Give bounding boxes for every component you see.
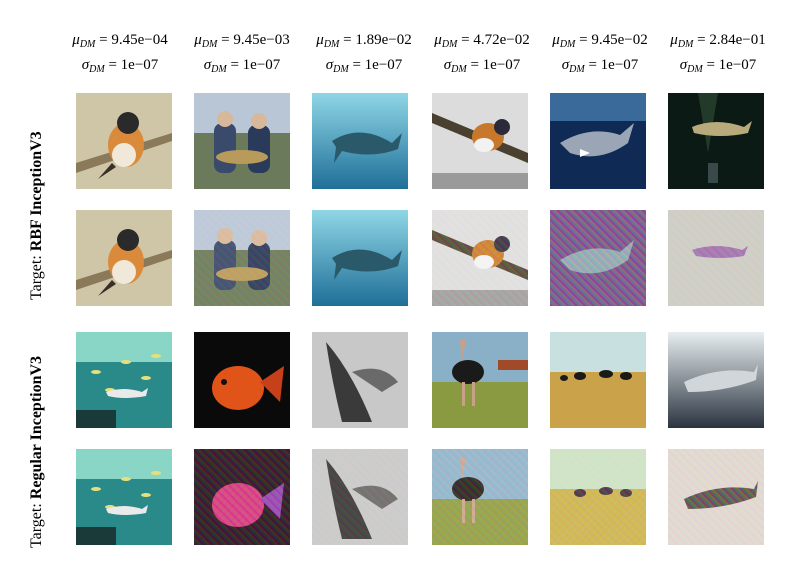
image-ostrich-herd (550, 332, 646, 428)
row-label-model: Regular InceptionV3 (28, 355, 45, 500)
row-label-prefix: Target: (28, 251, 45, 300)
image-shark-misty (668, 332, 764, 428)
image-shark-aquarium (668, 93, 764, 189)
image-fish-school (76, 332, 172, 428)
row-label-prefix: Target: (28, 499, 45, 548)
sigma-value: σDM = 1e−07 (561, 57, 639, 75)
sigma-value: σDM = 1e−07 (81, 57, 159, 75)
sigma-value: σDM = 1e−07 (679, 57, 757, 75)
image-shark-deep (550, 93, 646, 189)
image-fishermen-adv (194, 210, 290, 306)
column-header: μDM = 9.45e−03 σDM = 1e−07 (180, 30, 304, 80)
mu-value: μDM = 9.45e−04 (72, 32, 168, 50)
image-fish-school-adv (76, 449, 172, 545)
image-shark-gray (312, 332, 408, 428)
image-ostrich-adv (432, 449, 528, 545)
row-label-regular: Target: Regular InceptionV3 (28, 356, 46, 548)
image-shark-misty-adv (668, 449, 764, 545)
image-ostrich-herd-adv (550, 449, 646, 545)
row-label-model: RBF InceptionV3 (28, 131, 45, 252)
image-goldfish-adv (194, 449, 290, 545)
sigma-value: σDM = 1e−07 (325, 57, 403, 75)
row-label-rbf: Target: RBF InceptionV3 (28, 131, 46, 300)
column-header: μDM = 2.84e−01 σDM = 1e−07 (656, 30, 780, 80)
image-bird-snow-adv (432, 210, 528, 306)
column-header: μDM = 4.72e−02 σDM = 1e−07 (420, 30, 544, 80)
column-header: μDM = 1.89e−02 σDM = 1e−07 (302, 30, 426, 80)
image-bird-adv (76, 210, 172, 306)
image-shark-deep-adv (550, 210, 646, 306)
image-ostrich (432, 332, 528, 428)
image-bird (76, 93, 172, 189)
mu-value: μDM = 9.45e−03 (194, 32, 290, 50)
sigma-value: σDM = 1e−07 (203, 57, 281, 75)
sigma-value: σDM = 1e−07 (443, 57, 521, 75)
column-header: μDM = 9.45e−02 σDM = 1e−07 (538, 30, 662, 80)
image-shark-aquarium-adv (668, 210, 764, 306)
image-fishermen (194, 93, 290, 189)
mu-value: μDM = 4.72e−02 (434, 32, 530, 50)
image-bird-snow (432, 93, 528, 189)
column-header: μDM = 9.45e−04 σDM = 1e−07 (58, 30, 182, 80)
image-shark-gray-adv (312, 449, 408, 545)
mu-value: μDM = 9.45e−02 (552, 32, 648, 50)
image-goldfish (194, 332, 290, 428)
mu-value: μDM = 2.84e−01 (670, 32, 766, 50)
mu-value: μDM = 1.89e−02 (316, 32, 412, 50)
image-shark-blue (312, 93, 408, 189)
image-shark-blue-adv (312, 210, 408, 306)
